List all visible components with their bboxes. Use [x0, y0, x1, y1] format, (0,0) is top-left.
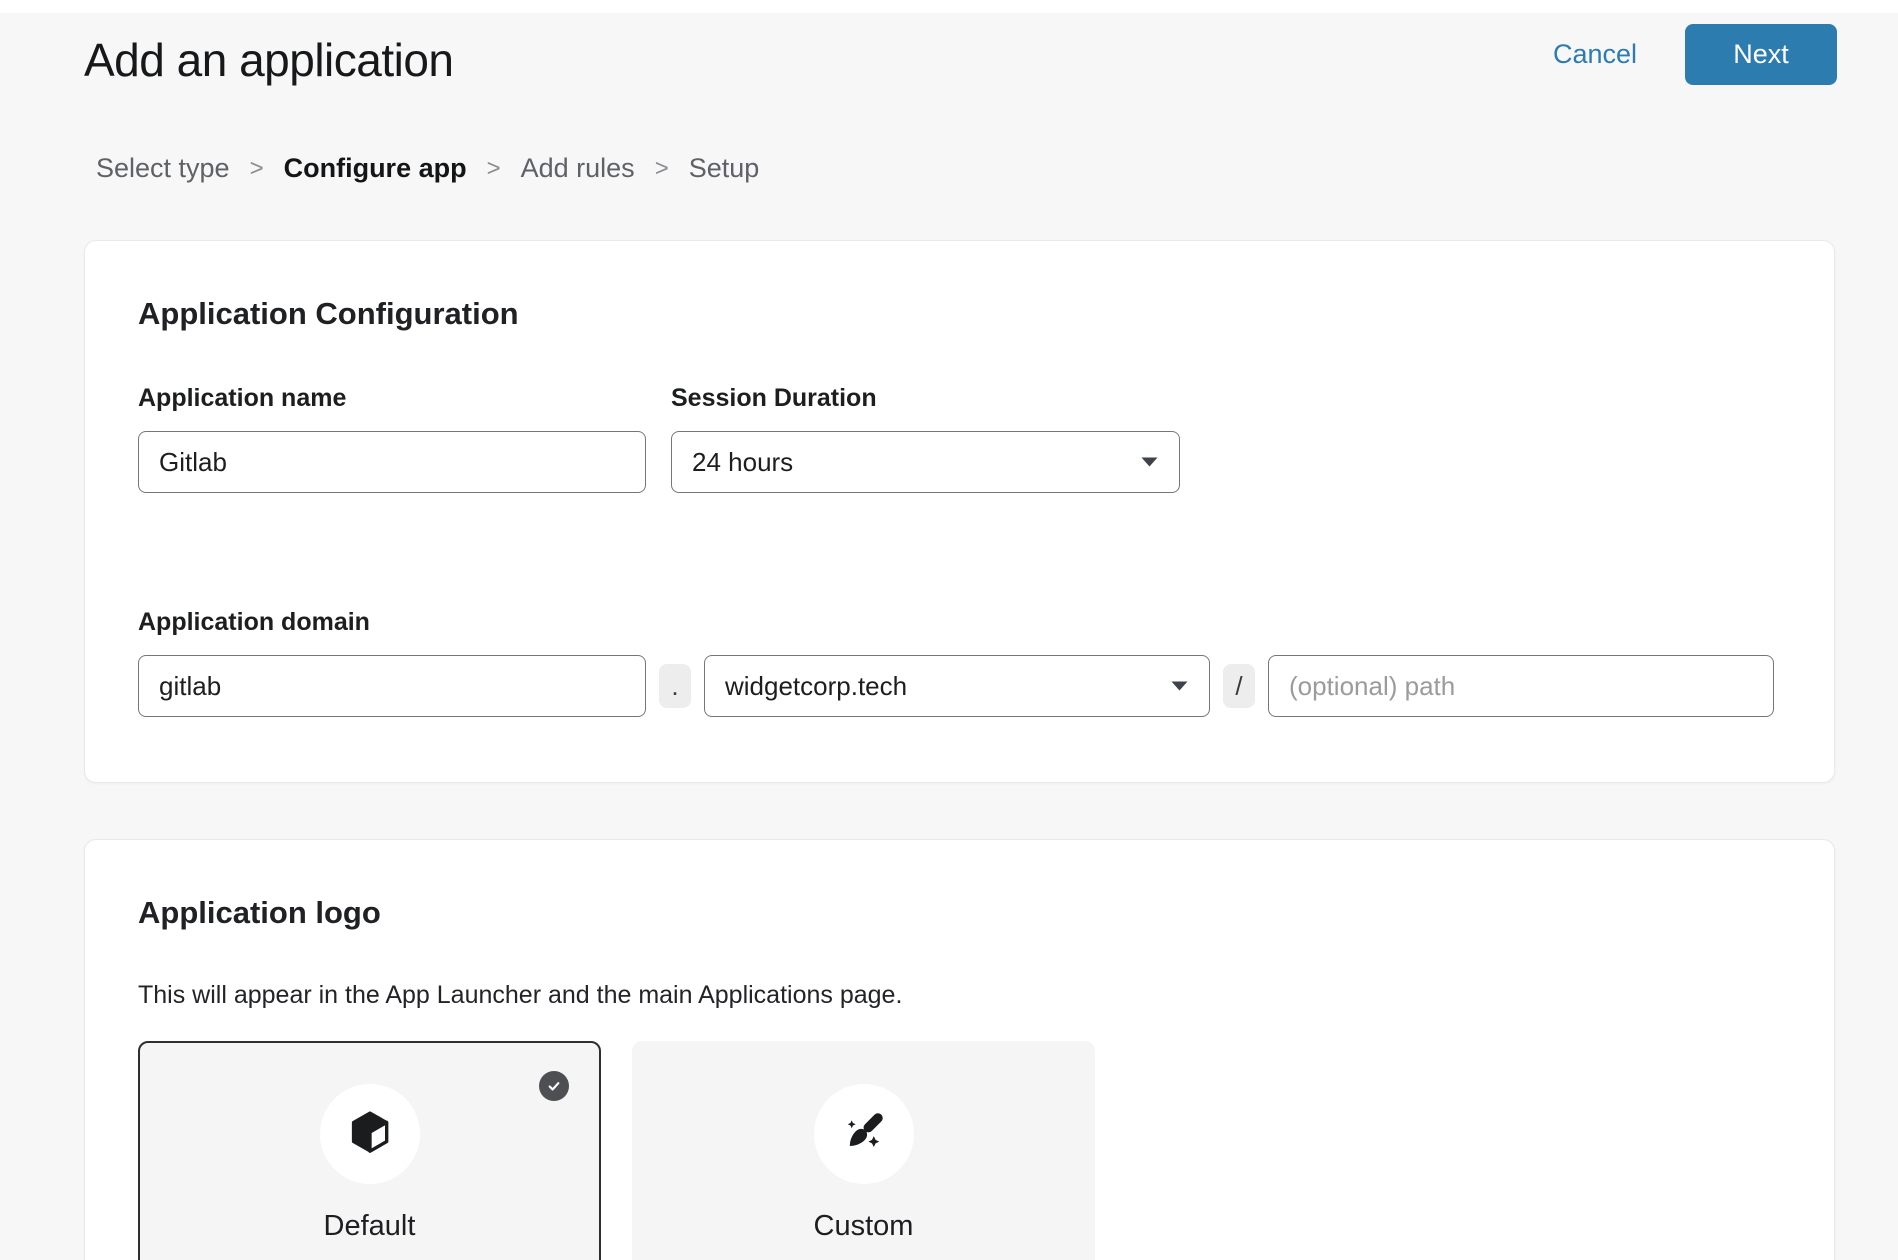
dot-separator: .	[659, 664, 691, 708]
caret-down-icon	[1140, 456, 1159, 468]
config-card-title: Application Configuration	[138, 296, 1781, 332]
session-duration-label: Session Duration	[671, 384, 1180, 413]
breadcrumb-separator: >	[487, 155, 501, 183]
page-header: Add an application Cancel Next	[0, 13, 1898, 87]
top-white-strip	[0, 0, 1898, 13]
step-setup[interactable]: Setup	[689, 153, 760, 184]
application-name-input[interactable]	[138, 431, 646, 493]
domain-select[interactable]: widgetcorp.tech	[704, 655, 1210, 717]
logo-icon-circle	[814, 1084, 914, 1184]
step-configure-app[interactable]: Configure app	[284, 153, 467, 184]
check-icon	[539, 1071, 569, 1101]
logo-option-label: Default	[324, 1210, 416, 1243]
logo-option-default[interactable]: Default	[138, 1041, 601, 1260]
logo-option-custom[interactable]: Custom	[632, 1041, 1095, 1260]
session-duration-select[interactable]: 24 hours	[671, 431, 1180, 493]
slash-separator: /	[1223, 664, 1255, 708]
application-logo-card: Application logo This will appear in the…	[84, 839, 1835, 1260]
caret-down-icon	[1170, 680, 1189, 692]
application-name-field-group: Application name	[138, 384, 646, 493]
logo-option-label: Custom	[814, 1210, 914, 1243]
application-domain-row: . widgetcorp.tech /	[138, 655, 1781, 717]
application-configuration-card: Application Configuration Application na…	[84, 240, 1835, 783]
name-duration-row: Application name Session Duration 24 hou…	[138, 384, 1781, 493]
path-input[interactable]	[1268, 655, 1774, 717]
domain-select-value: widgetcorp.tech	[725, 671, 907, 702]
cancel-button[interactable]: Cancel	[1553, 39, 1637, 70]
step-select-type[interactable]: Select type	[96, 153, 230, 184]
next-button[interactable]: Next	[1685, 24, 1837, 85]
breadcrumb-separator: >	[655, 155, 669, 183]
session-duration-value: 24 hours	[692, 447, 793, 478]
page-title: Add an application	[84, 33, 454, 87]
logo-option-tiles: Default Custom	[138, 1041, 1781, 1260]
breadcrumb: Select type > Configure app > Add rules …	[96, 153, 1898, 184]
breadcrumb-separator: >	[250, 155, 264, 183]
session-duration-field-group: Session Duration 24 hours	[671, 384, 1180, 493]
cube-icon	[345, 1107, 395, 1162]
paintbrush-icon	[839, 1107, 889, 1162]
application-domain-label: Application domain	[138, 608, 1781, 637]
logo-card-title: Application logo	[138, 895, 1781, 931]
subdomain-input[interactable]	[138, 655, 646, 717]
application-name-label: Application name	[138, 384, 646, 413]
logo-card-description: This will appear in the App Launcher and…	[138, 981, 1781, 1010]
header-actions: Cancel Next	[1553, 24, 1837, 85]
logo-icon-circle	[320, 1084, 420, 1184]
step-add-rules[interactable]: Add rules	[521, 153, 635, 184]
